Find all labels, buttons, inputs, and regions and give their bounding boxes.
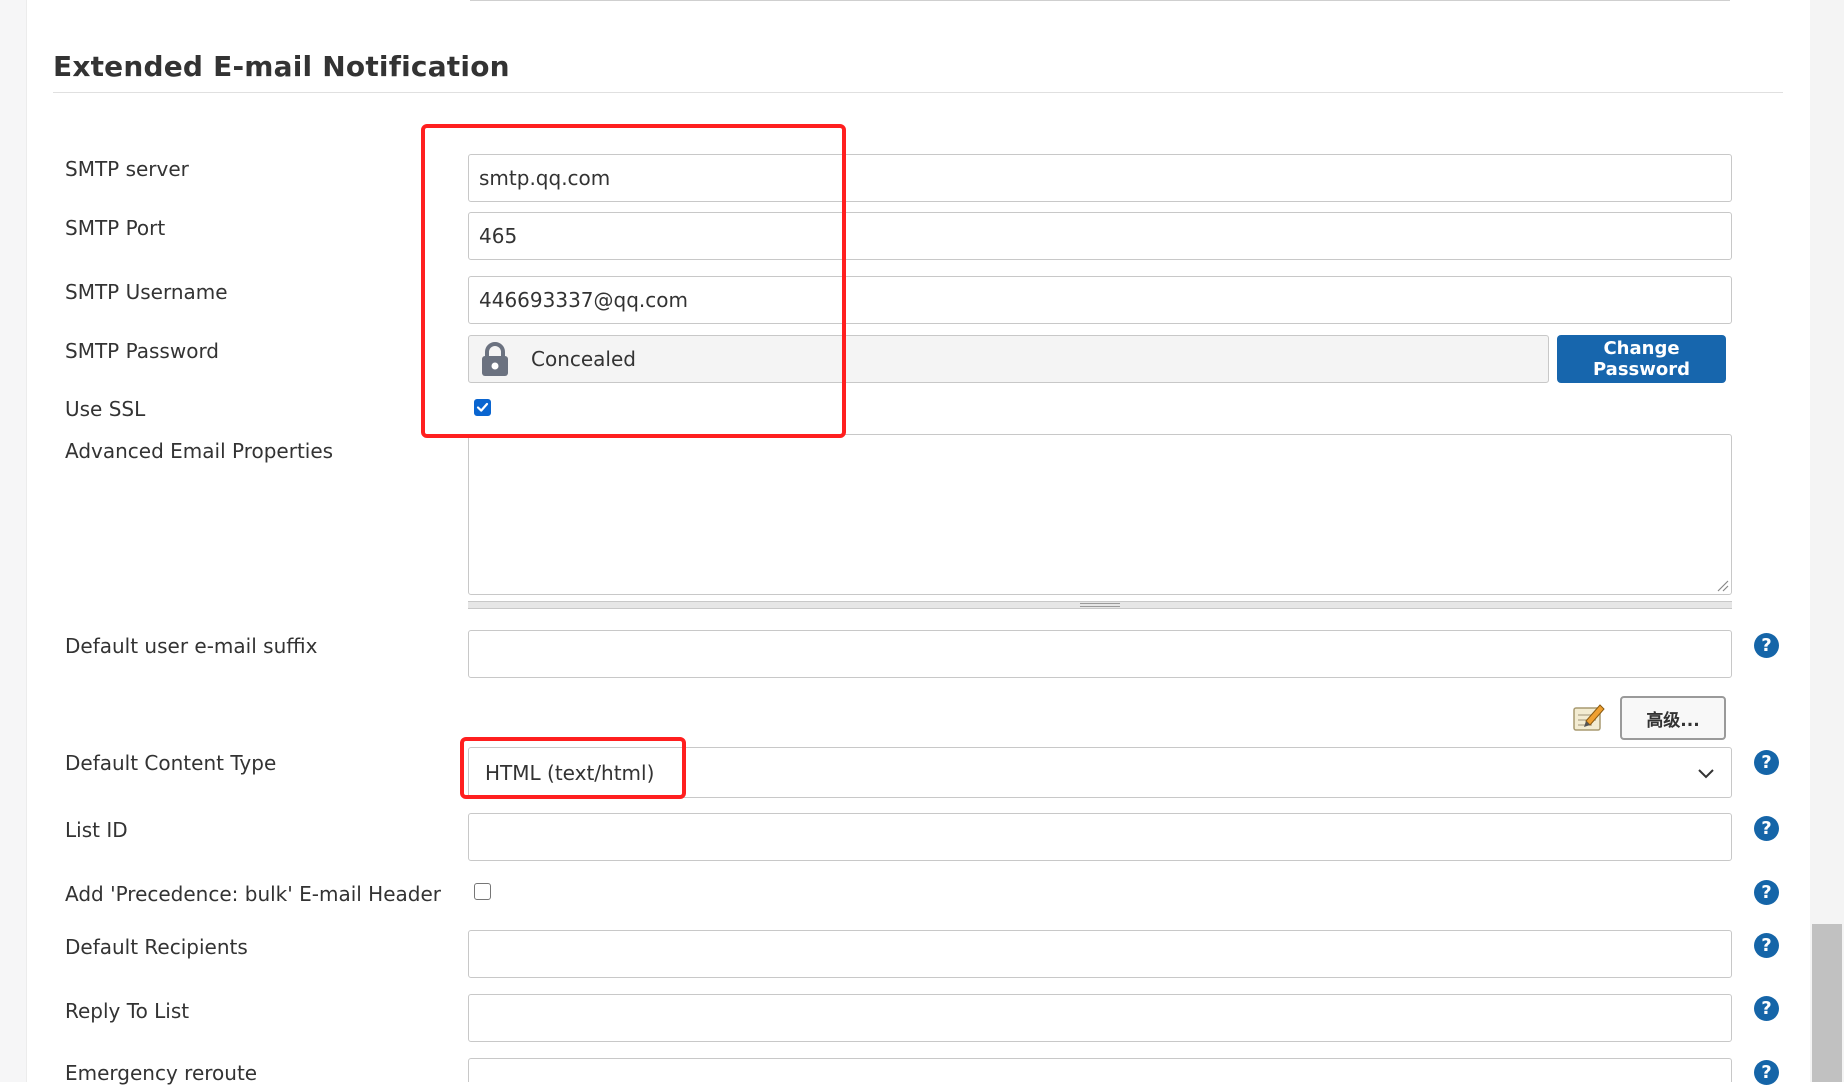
use-ssl-checkbox[interactable]	[474, 399, 491, 416]
checkmark-icon	[476, 402, 489, 412]
default-recipients-label: Default Recipients	[65, 935, 248, 959]
advanced-button[interactable]: 高级...	[1620, 696, 1726, 740]
smtp-password-field: Concealed	[468, 335, 1549, 383]
resize-grip-icon[interactable]	[1715, 578, 1729, 592]
help-icon[interactable]: ?	[1754, 933, 1779, 958]
smtp-port-label: SMTP Port	[65, 216, 166, 240]
reply-to-label: Reply To List	[65, 999, 190, 1023]
default-suffix-label: Default user e-mail suffix	[65, 634, 318, 658]
emergency-reroute-label: Emergency reroute	[65, 1061, 258, 1085]
content-type-select[interactable]: HTML (text/html)	[468, 747, 1732, 798]
smtp-username-input[interactable]: 446693337@qq.com	[468, 276, 1732, 324]
help-icon[interactable]: ?	[1754, 816, 1779, 841]
section-divider	[53, 92, 1783, 93]
help-icon[interactable]: ?	[1754, 996, 1779, 1021]
lock-icon	[482, 342, 508, 376]
default-recipients-input[interactable]	[468, 930, 1732, 978]
use-ssl-label: Use SSL	[65, 397, 146, 421]
list-id-label: List ID	[65, 818, 128, 842]
help-icon[interactable]: ?	[1754, 633, 1779, 658]
list-id-input[interactable]	[468, 813, 1732, 861]
smtp-port-input[interactable]: 465	[468, 212, 1732, 260]
scrollbar-thumb[interactable]	[1812, 924, 1842, 1082]
content-type-selected: HTML (text/html)	[485, 760, 655, 785]
drag-handle-icon[interactable]	[1080, 603, 1120, 607]
section-title: Extended E-mail Notification	[53, 50, 510, 83]
precedence-checkbox[interactable]	[474, 883, 491, 900]
advanced-properties-label: Advanced Email Properties	[65, 439, 334, 463]
smtp-server-value: smtp.qq.com	[479, 166, 611, 190]
reply-to-input[interactable]	[468, 994, 1732, 1042]
precedence-label: Add 'Precedence: bulk' E-mail Header	[65, 882, 441, 906]
content-type-label: Default Content Type	[65, 751, 277, 775]
advanced-properties-textarea[interactable]	[468, 434, 1732, 595]
help-icon[interactable]: ?	[1754, 880, 1779, 905]
help-icon[interactable]: ?	[1754, 750, 1779, 775]
smtp-port-value: 465	[479, 224, 518, 248]
vertical-scrollbar[interactable]	[1810, 0, 1844, 1082]
password-concealed-text: Concealed	[531, 347, 636, 371]
notepad-edit-icon[interactable]	[1572, 700, 1606, 734]
smtp-server-input[interactable]: smtp.qq.com	[468, 154, 1732, 202]
smtp-password-label: SMTP Password	[65, 339, 220, 363]
smtp-username-label: SMTP Username	[65, 280, 228, 304]
smtp-server-label: SMTP server	[65, 157, 189, 181]
previous-field-bottom-border	[470, 0, 1730, 1]
emergency-reroute-input[interactable]	[468, 1058, 1732, 1082]
default-suffix-input[interactable]	[468, 630, 1732, 678]
chevron-down-icon	[1698, 769, 1714, 779]
help-icon[interactable]: ?	[1754, 1060, 1779, 1085]
left-gutter	[0, 0, 27, 1082]
change-password-button[interactable]: Change Password	[1557, 335, 1726, 383]
smtp-username-value: 446693337@qq.com	[479, 288, 688, 312]
